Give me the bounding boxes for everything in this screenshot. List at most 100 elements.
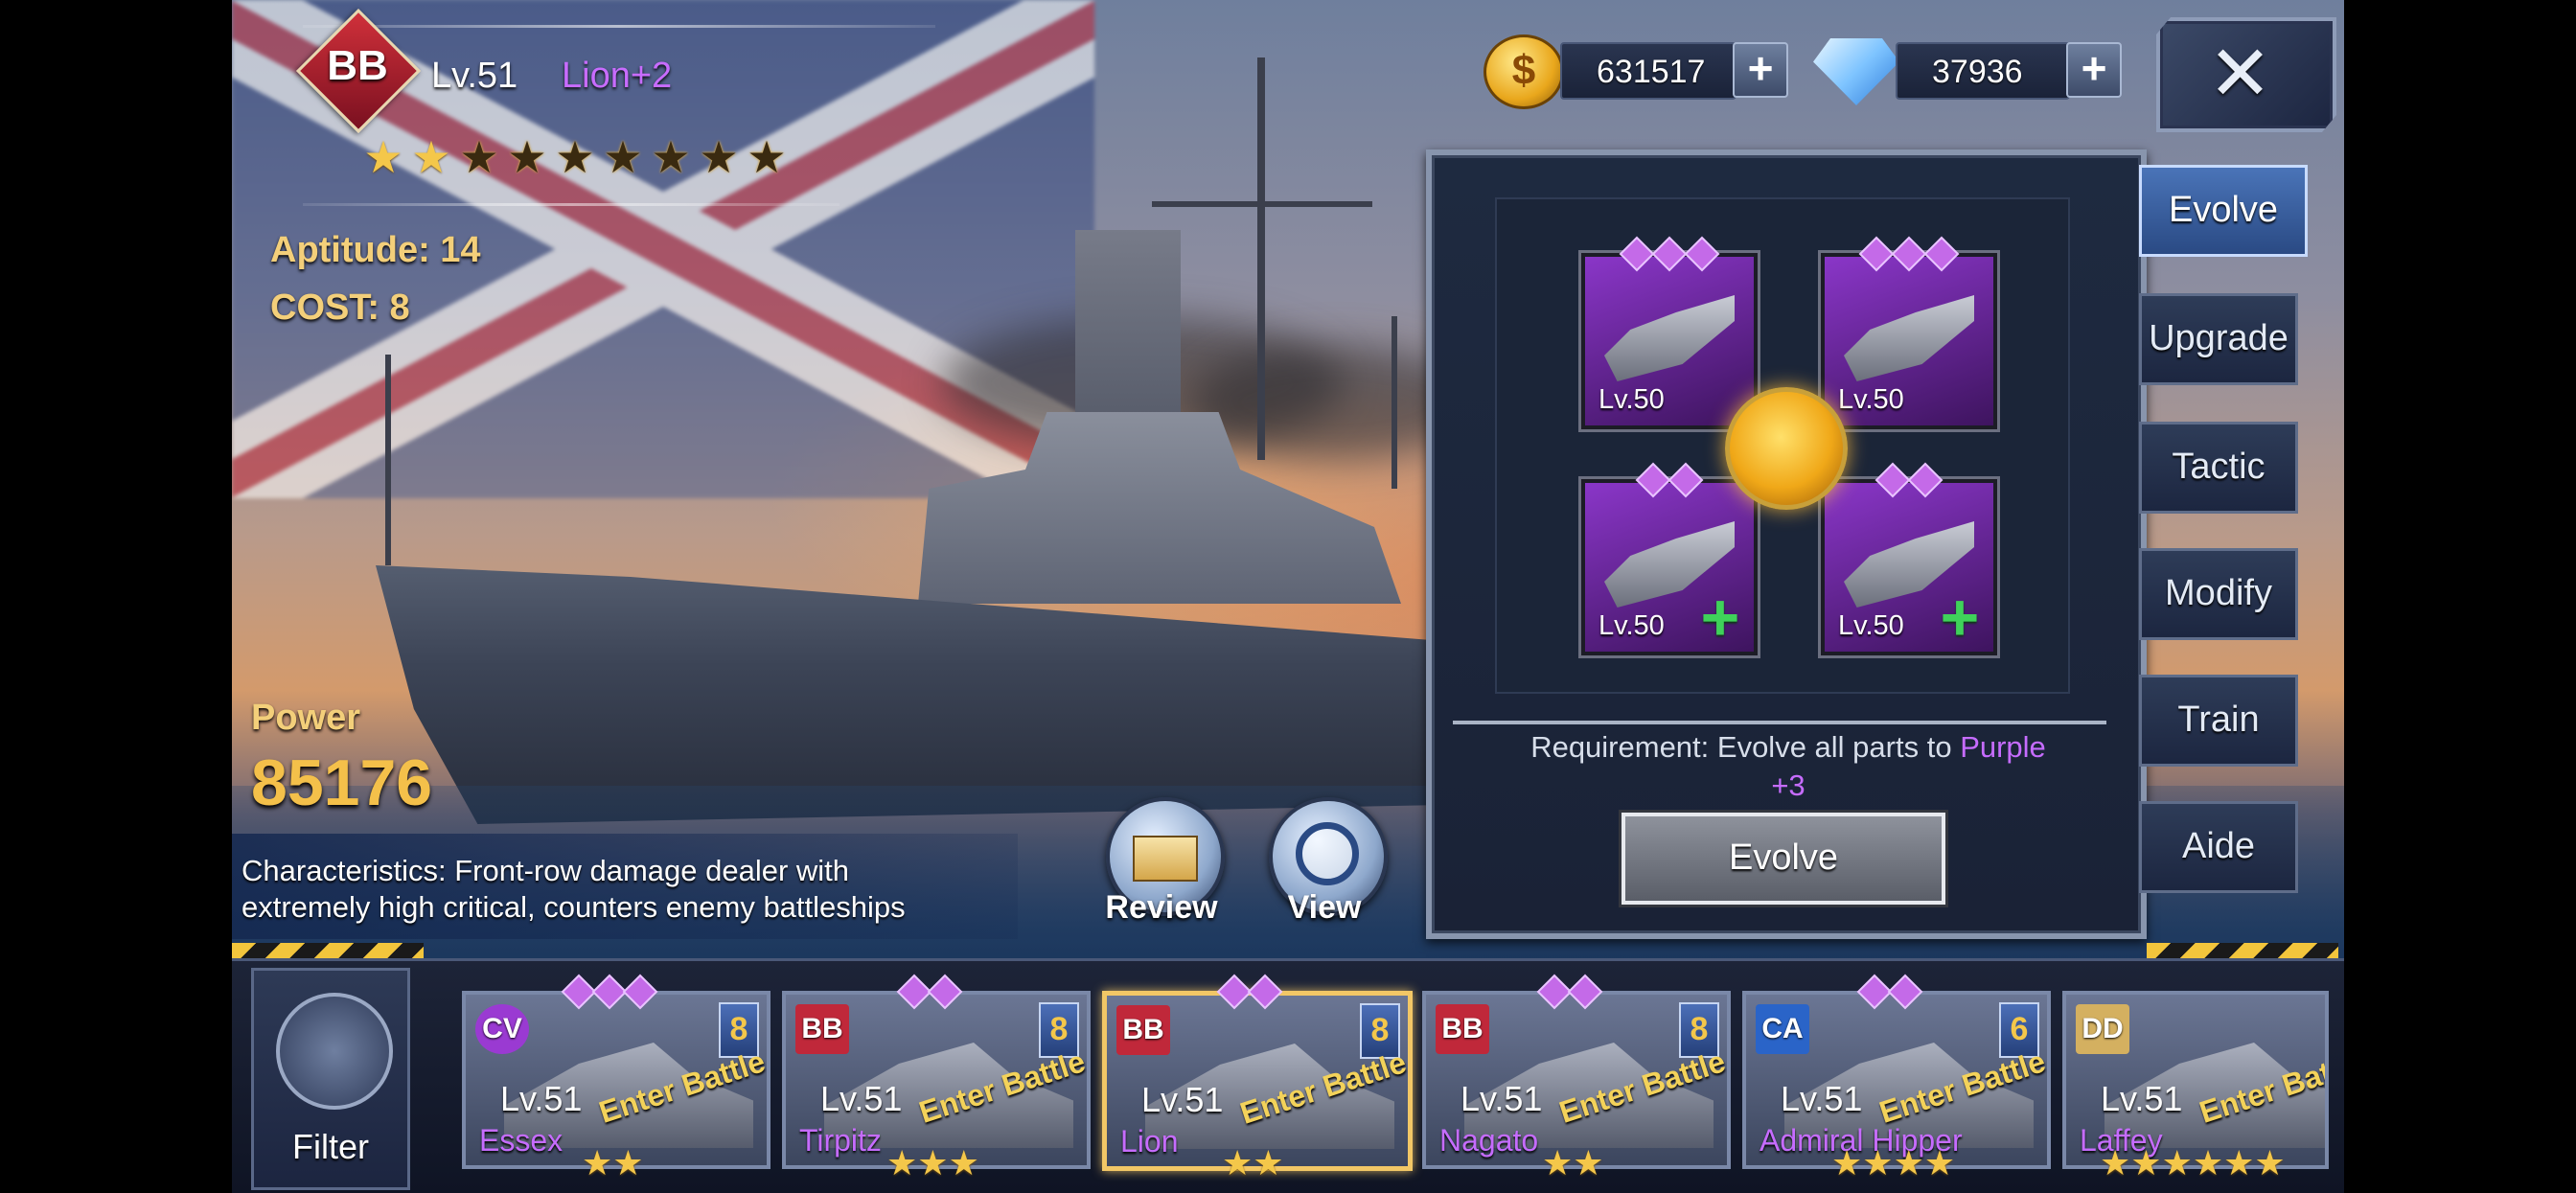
tab-tactic[interactable]: Tactic: [2139, 422, 2298, 514]
star-filled-icon: ★: [2254, 1143, 2286, 1182]
purple-gem-icon: [1668, 462, 1704, 498]
filter-label[interactable]: Filter: [251, 1127, 410, 1167]
part-grade-gems: [1585, 236, 1754, 272]
evolve-button[interactable]: Evolve: [1622, 813, 1945, 905]
add-diamonds-button[interactable]: +: [2066, 42, 2122, 98]
ship-name: Tirpitz: [799, 1123, 882, 1158]
evolve-part-slot[interactable]: Lv.50: [1821, 236, 1997, 429]
ship-mast: [1392, 316, 1397, 489]
part-level: Lv.50: [1838, 384, 1904, 415]
ship-star-rating: ★ ★ ★ ★ ★ ★ ★ ★ ★: [362, 132, 788, 182]
star-filled-icon: ★: [2161, 1143, 2193, 1182]
star-empty-icon: ★: [459, 132, 499, 182]
ship-grade-gems: [1536, 974, 1603, 1010]
view-label[interactable]: View: [1248, 889, 1401, 927]
review-label[interactable]: Review: [1085, 889, 1238, 927]
purple-gem-icon: [1635, 462, 1671, 498]
add-part-icon[interactable]: +: [1934, 584, 1986, 651]
ship-level: Lv.51: [820, 1079, 903, 1118]
aptitude-value: Aptitude: 14: [270, 230, 481, 270]
ship-star-rating: ★ ★: [1542, 1146, 1604, 1181]
tab-aide[interactable]: Aide: [2139, 801, 2298, 893]
purple-gem-icon: [1874, 462, 1911, 498]
star-filled-icon: ★: [1893, 1143, 1924, 1182]
cost-value: COST: 8: [270, 287, 410, 328]
close-icon[interactable]: ✕: [2208, 29, 2272, 118]
star-filled-icon: ★: [582, 1143, 613, 1182]
star-filled-icon: ★: [1862, 1143, 1894, 1182]
diamond-amount: 37936: [1932, 54, 2023, 90]
purple-gem-icon: [1858, 236, 1895, 272]
ship-class-label: BB: [327, 42, 388, 89]
purple-gem-icon: [1891, 236, 1927, 272]
stars-divider: [303, 203, 840, 206]
requirement-suffix: +3: [1771, 769, 1806, 802]
purple-gem-icon: [1651, 236, 1688, 272]
characteristics-text: Characteristics: Front-row damage dealer…: [242, 854, 906, 924]
star-filled-icon: ★: [2192, 1143, 2224, 1182]
ship-name: Lion: [1120, 1124, 1179, 1159]
star-empty-icon: ★: [603, 132, 643, 182]
star-filled-icon: ★: [2130, 1143, 2162, 1182]
add-gold-button[interactable]: +: [1733, 42, 1788, 98]
purple-gem-icon: [1887, 974, 1923, 1010]
tab-evolve[interactable]: Evolve: [2139, 165, 2308, 257]
ship-class-badge: BB: [1116, 1005, 1170, 1055]
ship-level: Lv.51: [1781, 1079, 1863, 1118]
tab-modify[interactable]: Modify: [2139, 548, 2298, 640]
star-empty-icon: ★: [747, 132, 787, 182]
ship-level: Lv.51: [431, 56, 518, 96]
star-filled-icon: ★: [2100, 1143, 2131, 1182]
part-grade-gems: [1585, 462, 1754, 498]
star-filled-icon: ★: [363, 132, 403, 182]
tab-train[interactable]: Train: [2139, 675, 2298, 767]
star-filled-icon: ★: [1542, 1143, 1574, 1182]
ship-class-badge: CV: [475, 1004, 529, 1054]
ship-level: Lv.51: [1460, 1079, 1543, 1118]
part-level: Lv.50: [1838, 610, 1904, 641]
ship-mast: [1152, 201, 1372, 207]
requirement-highlight: Purple: [1960, 730, 2046, 764]
ship-class-badge: CA: [1756, 1004, 1809, 1054]
requirement-prefix: Requirement: Evolve all parts to: [1530, 730, 1961, 764]
ship-class-badge: BB: [795, 1004, 849, 1054]
ship-part-icon: [1844, 295, 1974, 381]
ship-star-rating: ★ ★: [582, 1146, 644, 1181]
star-filled-icon: ★: [1573, 1143, 1604, 1182]
star-empty-icon: ★: [507, 132, 547, 182]
ship-level: Lv.51: [2101, 1079, 2183, 1118]
ship-star-rating: ★ ★ ★ ★ ★ ★: [2100, 1146, 2286, 1181]
ship-bridge-tower: [1075, 230, 1181, 441]
star-filled-icon: ★: [1923, 1143, 1956, 1182]
star-filled-icon: ★: [612, 1143, 644, 1182]
add-part-icon[interactable]: +: [1694, 584, 1746, 651]
gold-counter: 631517: [1560, 42, 1736, 100]
evolve-part-slot[interactable]: Lv.50: [1581, 236, 1758, 429]
ship-grade-gems: [1216, 974, 1283, 1010]
gold-coin-icon: $: [1484, 34, 1564, 109]
purple-gem-icon: [1907, 462, 1944, 498]
magnifier-icon: [1296, 822, 1359, 885]
book-icon: [1133, 836, 1198, 882]
filter-icon[interactable]: [276, 993, 393, 1110]
ship-grade-gems: [561, 974, 658, 1010]
evolution-orb-icon: [1725, 387, 1848, 510]
evolve-part-slot[interactable]: Lv.50 +: [1581, 462, 1758, 655]
star-filled-icon: ★: [948, 1143, 979, 1182]
evolve-part-slot[interactable]: Lv.50 +: [1821, 462, 1997, 655]
power-value: 85176: [251, 746, 433, 819]
ship-name: Nagato: [1439, 1123, 1539, 1158]
ship-class-badge: DD: [2076, 1004, 2129, 1054]
star-filled-icon: ★: [1831, 1143, 1863, 1182]
part-grade-gems: [1825, 462, 1993, 498]
ship-name: Lion+2: [562, 56, 673, 96]
ship-star-rating: ★ ★ ★: [886, 1146, 979, 1181]
ship-level: Lv.51: [500, 1079, 583, 1118]
part-level: Lv.50: [1598, 610, 1665, 641]
part-grade-gems: [1825, 236, 1993, 272]
ship-class-badge: BB: [1436, 1004, 1489, 1054]
ship-star-rating: ★ ★ ★ ★: [1831, 1146, 1955, 1181]
tab-upgrade[interactable]: Upgrade: [2139, 293, 2298, 385]
purple-gem-icon: [1923, 236, 1960, 272]
ship-star-rating: ★ ★: [1222, 1146, 1284, 1181]
